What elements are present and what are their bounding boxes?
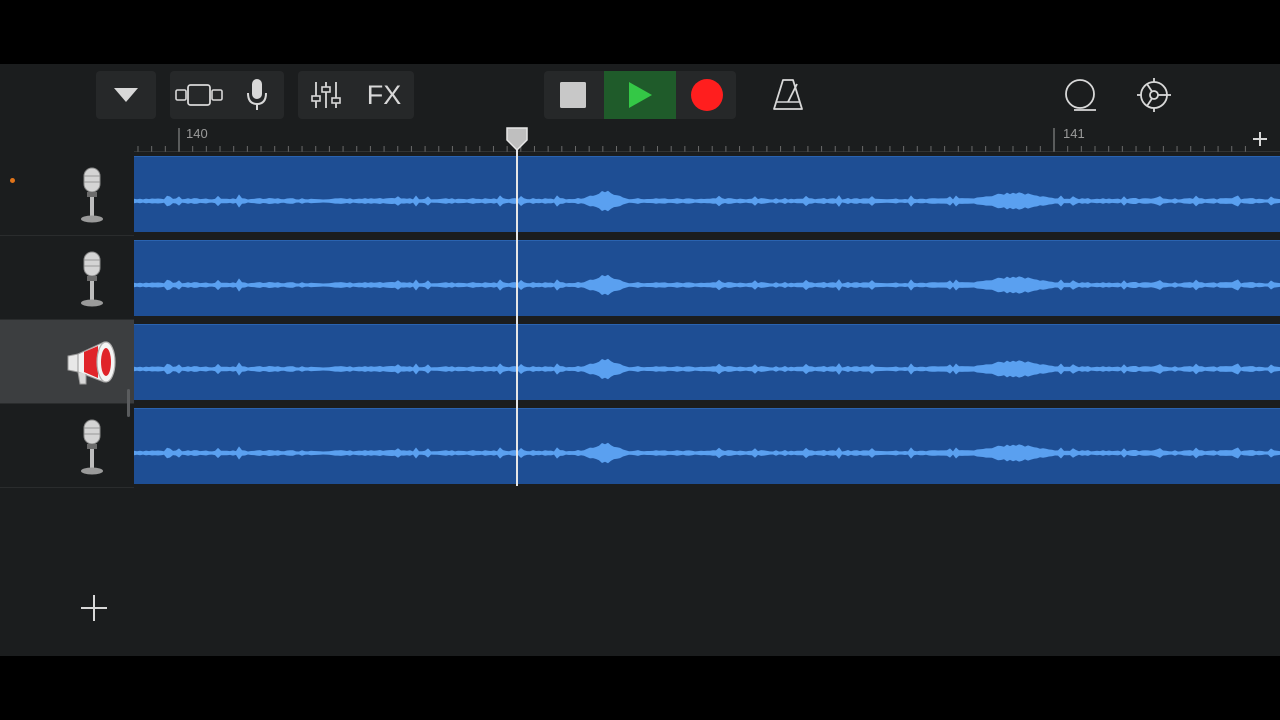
timeline-ruler[interactable] — [134, 126, 1280, 154]
garageband-tracks-view: FX 140 141 — [0, 64, 1280, 656]
track-lanes — [134, 152, 1280, 656]
waveform — [134, 358, 1280, 380]
metronome-icon — [773, 79, 803, 110]
microphone-icon — [81, 251, 103, 307]
add-track-button[interactable] — [78, 592, 110, 624]
mixer-button[interactable] — [298, 71, 354, 119]
ruler-ticks — [134, 128, 1280, 153]
track-header-1[interactable] — [0, 152, 134, 236]
record-icon — [691, 79, 723, 111]
track-header-3[interactable] — [0, 320, 134, 404]
instrument-button[interactable] — [230, 71, 284, 119]
playhead[interactable] — [516, 150, 518, 486]
megaphone-icon — [67, 341, 116, 385]
record-arm-indicator — [10, 178, 15, 183]
track-lane-3[interactable] — [134, 320, 1280, 404]
microphone-icon — [81, 167, 103, 223]
track-header-2[interactable] — [0, 236, 134, 320]
view-group — [170, 71, 284, 119]
waveform — [134, 190, 1280, 212]
plus-icon — [81, 595, 107, 621]
audio-region[interactable] — [134, 408, 1280, 484]
play-icon — [629, 82, 652, 108]
browser-button[interactable] — [96, 71, 156, 119]
track-lane-2[interactable] — [134, 236, 1280, 320]
record-button[interactable] — [678, 71, 736, 119]
triangle-down-icon — [96, 71, 156, 119]
play-button[interactable] — [604, 71, 676, 119]
waveform — [134, 442, 1280, 464]
microphone-icon — [81, 419, 103, 475]
letterbox-bottom — [0, 656, 1280, 720]
toolbar: FX — [0, 64, 1280, 128]
audio-region[interactable] — [134, 240, 1280, 316]
track-lane-4[interactable] — [134, 404, 1280, 488]
fx-button[interactable]: FX — [356, 71, 412, 119]
track-header-4[interactable] — [0, 404, 134, 488]
waveform — [134, 274, 1280, 296]
metronome-button[interactable] — [764, 71, 812, 119]
stop-icon — [560, 82, 586, 108]
mix-group: FX — [298, 71, 414, 119]
track-lane-1[interactable] — [134, 152, 1280, 236]
gear-icon — [1137, 78, 1171, 112]
tracks-view-button[interactable] — [170, 71, 228, 119]
add-section-button[interactable] — [1250, 126, 1270, 150]
microphone-icon — [247, 79, 267, 110]
bar-label-140: 140 — [186, 126, 208, 141]
audio-region[interactable] — [134, 324, 1280, 400]
letterbox-top — [0, 0, 1280, 64]
mixer-sliders-icon — [311, 82, 341, 108]
loop-icon — [1065, 79, 1096, 111]
track-headers — [0, 152, 134, 656]
bar-label-141: 141 — [1063, 126, 1085, 141]
waveform-shape — [134, 190, 1280, 212]
fx-label: FX — [366, 79, 402, 110]
plus-icon — [1253, 132, 1267, 146]
waveform-shape — [134, 274, 1280, 296]
waveform-shape — [134, 442, 1280, 464]
stop-button[interactable] — [544, 71, 602, 119]
waveform-shape — [134, 358, 1280, 380]
audio-region[interactable] — [134, 156, 1280, 232]
settings-button[interactable] — [1130, 71, 1178, 119]
transport-group — [544, 71, 736, 119]
header-scroll-handle[interactable] — [127, 389, 130, 417]
loop-button[interactable] — [1056, 71, 1104, 119]
playhead-handle[interactable] — [505, 126, 529, 152]
tracks-view-icon — [175, 84, 223, 106]
